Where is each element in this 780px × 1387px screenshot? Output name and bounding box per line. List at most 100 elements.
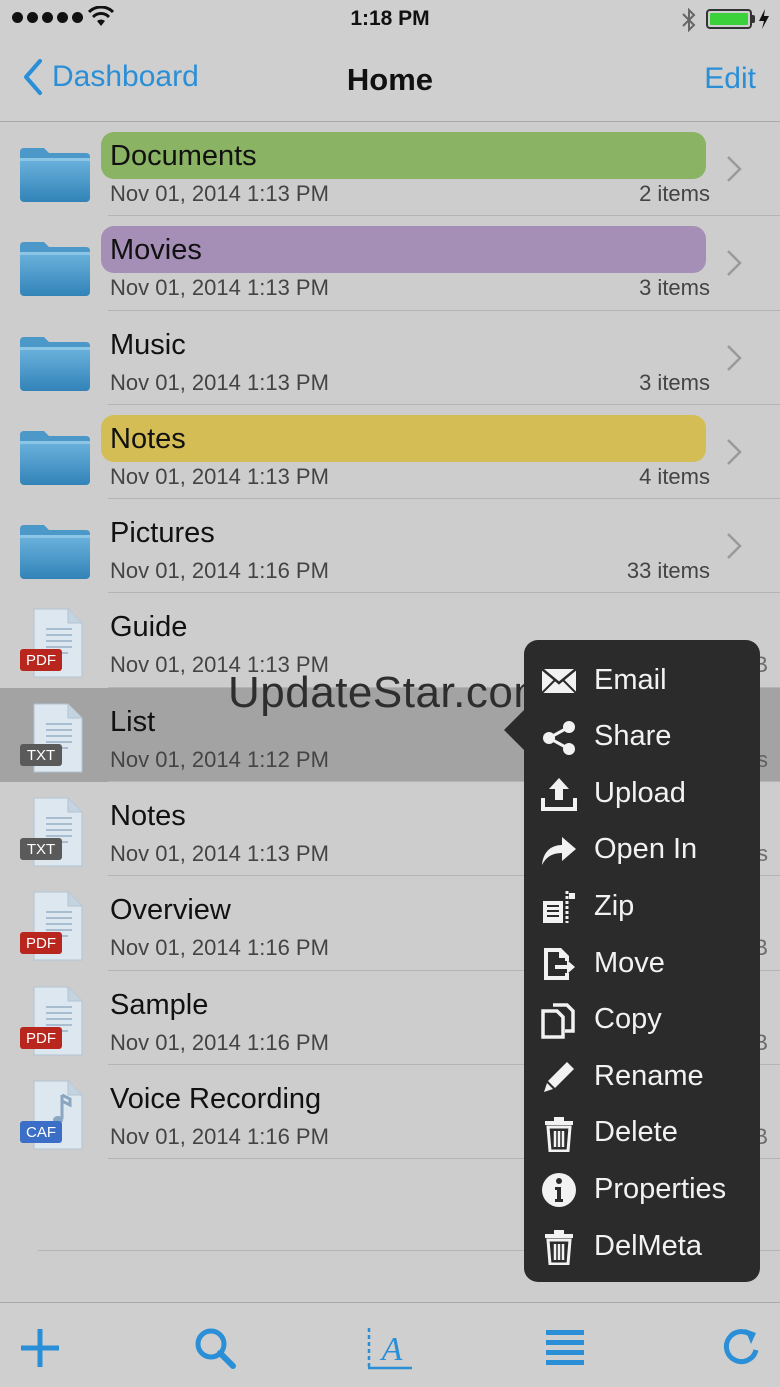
menu-item-rename[interactable]: Rename bbox=[524, 1048, 760, 1104]
item-name: List bbox=[110, 705, 156, 738]
bluetooth-icon bbox=[682, 7, 696, 33]
trash-icon bbox=[540, 1228, 578, 1266]
item-date: Nov 01, 2014 1:12 PM bbox=[110, 746, 329, 772]
item-date: Nov 01, 2014 1:16 PM bbox=[110, 1123, 329, 1149]
move-icon bbox=[540, 945, 578, 983]
pdf-file-icon: PDF bbox=[18, 985, 92, 1057]
status-time: 1:18 PM bbox=[350, 7, 430, 30]
item-count: 4 items bbox=[639, 463, 710, 489]
search-button[interactable] bbox=[190, 1323, 240, 1373]
pdf-file-icon: PDF bbox=[18, 607, 92, 679]
item-name: Music bbox=[110, 328, 186, 361]
refresh-button[interactable] bbox=[716, 1323, 766, 1373]
folder-row[interactable]: Documents Nov 01, 2014 1:13 PM 2 items bbox=[0, 122, 780, 217]
folder-row[interactable]: Pictures Nov 01, 2014 1:16 PM 33 items bbox=[0, 499, 780, 594]
email-icon bbox=[540, 662, 578, 700]
list-view-icon bbox=[546, 1330, 584, 1365]
sort-icon: A bbox=[367, 1328, 412, 1370]
menu-item-label: Upload bbox=[594, 776, 686, 809]
menu-item-zip[interactable]: Zip bbox=[524, 878, 760, 934]
item-name: Notes bbox=[110, 800, 186, 833]
menu-item-email[interactable]: Email bbox=[524, 652, 760, 708]
folder-icon bbox=[18, 513, 92, 585]
menu-item-label: Rename bbox=[594, 1059, 704, 1092]
item-count: 3 items bbox=[639, 275, 710, 301]
item-date: Nov 01, 2014 1:16 PM bbox=[110, 935, 329, 961]
item-name: Guide bbox=[110, 611, 188, 644]
menu-item-copy[interactable]: Copy bbox=[524, 992, 760, 1048]
item-date: Nov 01, 2014 1:13 PM bbox=[110, 181, 329, 206]
chevron-right-icon[interactable] bbox=[724, 248, 744, 283]
chevron-right-icon[interactable] bbox=[724, 154, 744, 189]
search-icon bbox=[195, 1328, 236, 1369]
item-date: Nov 01, 2014 1:13 PM bbox=[110, 841, 329, 867]
battery-icon bbox=[706, 9, 752, 29]
folder-row[interactable]: Notes Nov 01, 2014 1:13 PM 4 items bbox=[0, 405, 780, 500]
item-name: Pictures bbox=[110, 517, 215, 550]
svg-text:PDF: PDF bbox=[26, 652, 56, 669]
charging-icon bbox=[759, 9, 769, 29]
folder-row[interactable]: Music Nov 01, 2014 1:13 PM 3 items bbox=[0, 311, 780, 405]
item-date: Nov 01, 2014 1:13 PM bbox=[110, 275, 329, 301]
menu-item-label: Share bbox=[594, 720, 672, 753]
menu-item-properties[interactable]: Properties bbox=[524, 1161, 760, 1217]
popover-arrow bbox=[504, 708, 526, 752]
back-button[interactable]: Dashboard bbox=[22, 58, 199, 96]
item-count: 2 items bbox=[639, 181, 710, 206]
menu-item-share[interactable]: Share bbox=[524, 709, 760, 765]
edit-button[interactable]: Edit bbox=[704, 62, 756, 96]
trash-icon bbox=[540, 1115, 578, 1153]
bottom-toolbar: A bbox=[0, 1302, 780, 1387]
menu-item-move[interactable]: Move bbox=[524, 935, 760, 991]
refresh-icon bbox=[723, 1329, 759, 1365]
menu-item-label: Properties bbox=[594, 1172, 727, 1205]
menu-item-open-in[interactable]: Open In bbox=[524, 822, 760, 878]
upload-icon bbox=[540, 775, 578, 813]
status-bar: 1:18 PM bbox=[0, 0, 780, 40]
menu-item-label: Copy bbox=[594, 1003, 662, 1036]
txt-file-icon: TXT bbox=[18, 796, 92, 868]
navigation-bar: Dashboard Home Edit bbox=[0, 40, 780, 122]
folder-icon bbox=[18, 419, 92, 491]
item-date: Nov 01, 2014 1:16 PM bbox=[110, 1029, 329, 1055]
chevron-right-icon[interactable] bbox=[724, 437, 744, 472]
menu-item-label: Zip bbox=[594, 889, 635, 922]
add-button[interactable] bbox=[15, 1323, 65, 1373]
chevron-right-icon[interactable] bbox=[724, 343, 744, 378]
menu-item-label: Move bbox=[594, 946, 665, 979]
svg-text:A: A bbox=[380, 1331, 403, 1368]
svg-text:PDF: PDF bbox=[26, 935, 56, 952]
menu-item-label: DelMeta bbox=[594, 1229, 702, 1262]
color-label bbox=[101, 414, 706, 462]
menu-item-label: Email bbox=[594, 663, 667, 696]
pdf-file-icon: PDF bbox=[18, 890, 92, 962]
menu-item-delmeta[interactable]: DelMeta bbox=[524, 1218, 760, 1274]
list-view-button[interactable] bbox=[540, 1323, 590, 1373]
folder-row[interactable]: Movies Nov 01, 2014 1:13 PM 3 items bbox=[0, 216, 780, 311]
menu-item-upload[interactable]: Upload bbox=[524, 765, 760, 821]
copy-icon bbox=[540, 1002, 578, 1040]
context-menu: Email Share Upload Open In Zip Move Copy Rename… bbox=[524, 640, 760, 1282]
svg-text:PDF: PDF bbox=[26, 1030, 56, 1047]
watermark: UpdateStar.com bbox=[228, 668, 551, 717]
item-count: 33 items bbox=[626, 558, 710, 584]
item-date: Nov 01, 2014 1:13 PM bbox=[110, 463, 329, 489]
share-icon bbox=[540, 719, 578, 757]
item-name: Voice Recording bbox=[110, 1082, 322, 1115]
folder-icon bbox=[18, 136, 92, 208]
item-name: Notes bbox=[110, 422, 186, 455]
item-date: Nov 01, 2014 1:13 PM bbox=[110, 369, 329, 395]
folder-icon bbox=[18, 230, 92, 302]
item-name: Documents bbox=[110, 140, 257, 172]
menu-item-delete[interactable]: Delete bbox=[524, 1105, 760, 1161]
info-icon bbox=[540, 1171, 578, 1209]
chevron-left-icon bbox=[24, 59, 42, 95]
rename-icon bbox=[540, 1058, 578, 1096]
menu-item-label: Open In bbox=[594, 833, 698, 866]
item-name: Movies bbox=[110, 234, 202, 267]
chevron-right-icon[interactable] bbox=[724, 531, 744, 566]
item-name: Overview bbox=[110, 894, 231, 927]
folder-icon bbox=[18, 325, 92, 397]
sort-button[interactable]: A bbox=[364, 1323, 414, 1373]
svg-text:TXT: TXT bbox=[27, 841, 55, 858]
